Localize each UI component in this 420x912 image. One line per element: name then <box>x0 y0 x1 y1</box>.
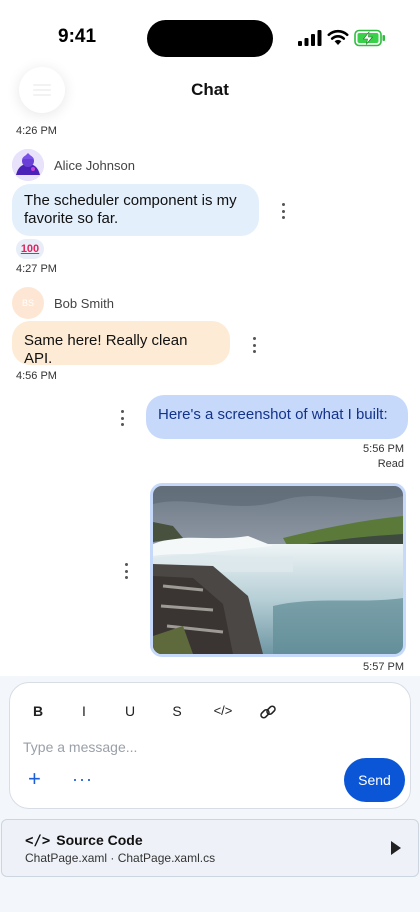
status-bar: 9:41 <box>0 0 420 70</box>
message-more-button[interactable] <box>248 337 260 353</box>
message-timestamp: 4:56 PM <box>16 370 57 382</box>
message-bubble[interactable]: Here's a screenshot of what I built: <box>146 395 408 439</box>
message-timestamp: 5:57 PM <box>363 661 404 673</box>
message-timestamp: 5:56 PM <box>363 443 404 455</box>
strikethrough-button[interactable]: S <box>167 703 187 719</box>
add-attachment-button[interactable]: + <box>28 768 41 790</box>
reaction-badge[interactable]: 100 <box>16 239 44 259</box>
avatar[interactable]: BS <box>12 287 44 319</box>
message-bubble[interactable]: The scheduler component is my favorite s… <box>12 184 259 236</box>
avatar-initials: BS <box>21 298 34 308</box>
hundred-points-icon: 100 <box>20 243 40 255</box>
link-icon <box>260 705 276 719</box>
battery-charging-icon <box>354 29 385 47</box>
alice-avatar-image <box>12 149 44 181</box>
bold-button[interactable]: B <box>28 703 48 719</box>
message-more-button[interactable] <box>116 410 128 426</box>
cellular-signal-icon <box>298 30 322 46</box>
code-button[interactable]: </> <box>210 703 236 718</box>
message-timestamp: 4:27 PM <box>16 263 57 275</box>
code-icon: </> <box>25 833 51 849</box>
wifi-icon <box>327 29 349 45</box>
dynamic-island <box>147 20 273 57</box>
avatar[interactable] <box>12 149 44 181</box>
message-input[interactable] <box>23 736 323 758</box>
read-receipt: Read <box>377 458 404 470</box>
more-options-button[interactable]: ··· <box>72 768 93 790</box>
waterfall-photo <box>153 486 403 654</box>
italic-button[interactable]: I <box>74 703 94 719</box>
message-bubble[interactable]: Same here! Really clean API. <box>12 321 230 367</box>
status-time: 9:41 <box>58 26 97 47</box>
expand-arrow-icon[interactable] <box>391 841 401 855</box>
send-button[interactable]: Send <box>344 758 405 802</box>
sender-name: Alice Johnson <box>54 158 135 173</box>
message-timestamp: 4:26 PM <box>16 125 57 137</box>
source-code-label: Source Code <box>56 832 143 848</box>
sender-name: Bob Smith <box>54 296 114 311</box>
source-code-title: </> Source Code <box>25 832 143 849</box>
link-button[interactable] <box>258 702 278 722</box>
message-more-button[interactable] <box>120 563 132 579</box>
source-files: ChatPage.xaml · ChatPage.xaml.cs <box>25 851 216 865</box>
page-title: Chat <box>191 80 229 99</box>
image-message[interactable] <box>150 483 406 657</box>
underline-button[interactable]: U <box>120 703 140 719</box>
message-more-button[interactable] <box>277 203 289 219</box>
